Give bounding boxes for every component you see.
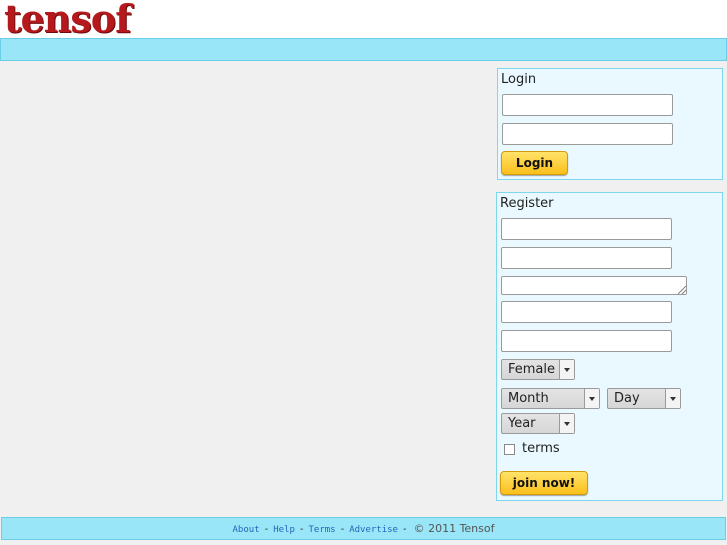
chevron-down-icon[interactable]: [559, 414, 574, 433]
footer-content: About - Help - Terms - Advertise - © 2011 Tensof: [2, 522, 725, 535]
month-select[interactable]: Month: [501, 388, 600, 409]
footer-link-advertise[interactable]: Advertise: [349, 525, 398, 535]
copyright-text: © 2011 Tensof: [413, 522, 495, 535]
register-field-1[interactable]: [501, 218, 672, 240]
chevron-down-icon[interactable]: [559, 360, 574, 379]
gender-select-value: Female: [508, 362, 556, 377]
terms-checkbox[interactable]: [504, 444, 515, 455]
login-button[interactable]: Login: [501, 151, 568, 175]
register-textarea[interactable]: [501, 276, 687, 295]
year-select[interactable]: Year: [501, 413, 575, 434]
year-select-value: Year: [508, 416, 536, 431]
day-select[interactable]: Day: [607, 388, 681, 409]
footer-link-terms[interactable]: Terms: [308, 525, 335, 535]
header: tensof: [0, 0, 727, 38]
register-field-5[interactable]: [501, 330, 672, 352]
register-field-4[interactable]: [501, 301, 672, 323]
footer-separator: -: [299, 524, 304, 535]
footer-separator: -: [264, 524, 269, 535]
register-field-2[interactable]: [501, 247, 672, 269]
register-panel: Register Female Month Day Year terms joi…: [496, 192, 723, 501]
chevron-down-icon[interactable]: [665, 389, 680, 408]
day-select-value: Day: [614, 391, 640, 406]
join-now-button[interactable]: join now!: [500, 471, 588, 495]
resize-grip-icon[interactable]: [678, 286, 686, 294]
footer-link-about[interactable]: About: [232, 525, 259, 535]
footer-link-help[interactable]: Help: [273, 525, 295, 535]
footer-separator: -: [402, 524, 407, 535]
login-username-input[interactable]: [502, 94, 673, 116]
terms-label[interactable]: terms: [522, 441, 560, 456]
register-title: Register: [500, 196, 554, 211]
tensof-logo[interactable]: tensof: [4, 0, 131, 38]
gender-select[interactable]: Female: [501, 359, 575, 380]
login-password-input[interactable]: [502, 123, 673, 145]
register-textarea-wrap: [501, 276, 687, 295]
top-nav-bar: [0, 38, 727, 61]
login-panel: Login Login: [497, 68, 723, 180]
login-title: Login: [501, 72, 537, 87]
chevron-down-icon[interactable]: [584, 389, 599, 408]
footer-bar: About - Help - Terms - Advertise - © 2011 Tensof: [1, 517, 726, 540]
month-select-value: Month: [508, 391, 549, 406]
footer-separator: -: [340, 524, 345, 535]
